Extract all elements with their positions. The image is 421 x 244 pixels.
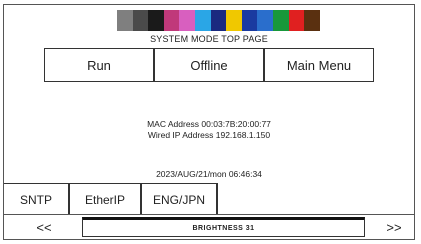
offline-button[interactable]: Offline [155, 49, 265, 81]
color-swatch [304, 10, 320, 31]
color-swatch [210, 10, 227, 31]
color-swatch [179, 10, 195, 31]
language-button[interactable]: ENG/JPN [142, 184, 218, 215]
etherip-button[interactable]: EtherIP [70, 184, 142, 215]
color-swatch [163, 10, 180, 31]
prev-page-button[interactable]: << [24, 215, 64, 240]
run-button[interactable]: Run [45, 49, 155, 81]
color-swatch [288, 10, 305, 31]
system-screen: SYSTEM MODE TOP PAGE Run Offline Main Me… [3, 4, 415, 240]
page-title: SYSTEM MODE TOP PAGE [150, 34, 268, 44]
network-info: MAC Address 00:03:7B:20:00:77 Wired IP A… [4, 119, 414, 141]
color-swatch [132, 10, 149, 31]
mode-button-row: Run Offline Main Menu [44, 48, 374, 82]
color-swatch [226, 10, 242, 31]
next-page-button[interactable]: >> [376, 215, 412, 240]
settings-button-row: SNTP EtherIP ENG/JPN [4, 183, 218, 215]
color-swatch [272, 10, 289, 31]
color-swatch [194, 10, 211, 31]
brightness-bar[interactable]: BRIGHTNESS 31 [82, 217, 365, 237]
nav-row: << BRIGHTNESS 31 >> [4, 215, 414, 240]
color-swatch [257, 10, 273, 31]
main-menu-button[interactable]: Main Menu [265, 49, 373, 81]
datetime-text: 2023/AUG/21/mon 06:46:34 [156, 169, 262, 179]
color-swatch [241, 10, 258, 31]
color-swatch [117, 10, 133, 31]
color-swatch [148, 10, 164, 31]
color-test-swatches [117, 10, 320, 31]
ip-address-text: Wired IP Address 192.168.1.150 [147, 130, 271, 140]
sntp-button[interactable]: SNTP [4, 184, 70, 215]
mac-address-text: MAC Address 00:03:7B:20:00:77 [147, 119, 271, 129]
